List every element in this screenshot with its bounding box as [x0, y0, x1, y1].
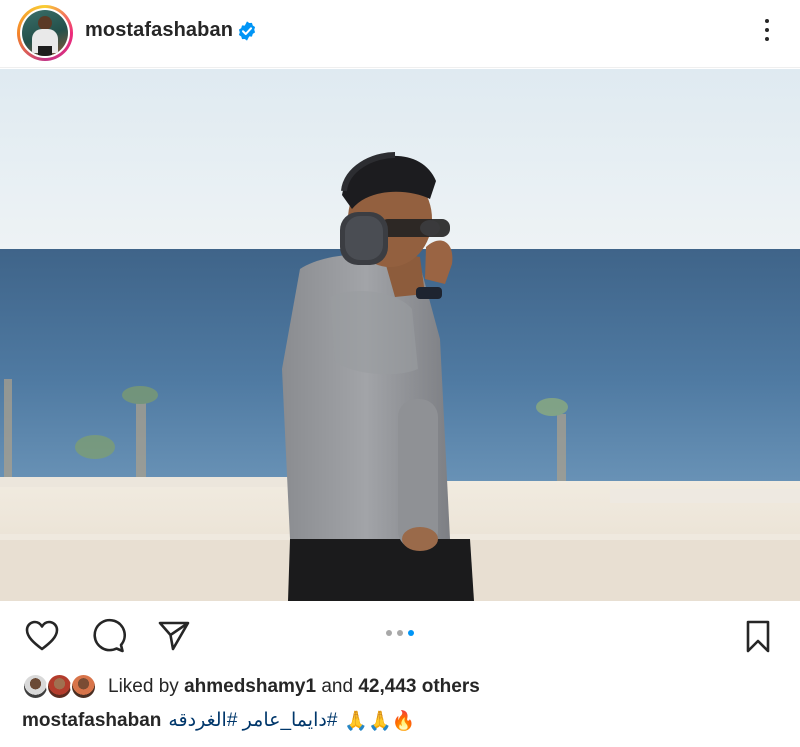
post-image	[0, 69, 800, 601]
caption-hashtags[interactable]: #دايما_عامر #الغردقه	[168, 709, 337, 732]
comment-icon[interactable]	[90, 618, 126, 654]
carousel-dot-active	[408, 630, 414, 636]
verified-badge-icon	[238, 21, 256, 41]
likes-connector: and	[321, 676, 354, 697]
caption-username[interactable]: mostafashaban	[22, 710, 161, 732]
likes-row[interactable]: Liked by ahmedshamy1 and 42,443 others	[22, 673, 480, 701]
likes-text: Liked by ahmedshamy1 and 42,443 others	[108, 676, 480, 698]
liker-avatar	[22, 673, 49, 700]
post-username[interactable]: mostafashaban	[85, 19, 233, 42]
liker-avatar	[70, 673, 97, 700]
carousel-dot	[397, 630, 403, 636]
likes-prefix: Liked by	[108, 676, 179, 697]
post-caption: mostafashaban #دايما_عامر #الغردقه 🙏🙏🔥	[22, 709, 416, 733]
avatar-image	[22, 10, 68, 56]
carousel-dot	[386, 630, 392, 636]
profile-avatar[interactable]	[17, 5, 73, 61]
caption-emoji: 🙏🙏🔥	[344, 710, 416, 732]
likes-count[interactable]: 42,443 others	[358, 676, 479, 697]
more-vertical-icon	[765, 19, 769, 23]
send-icon[interactable]	[156, 618, 192, 654]
post-photo[interactable]	[0, 69, 800, 601]
liked-by-avatars	[22, 673, 100, 701]
post-header: mostafashaban	[0, 0, 800, 68]
bookmark-icon[interactable]	[740, 618, 776, 654]
heart-icon[interactable]	[24, 618, 60, 654]
more-options-button[interactable]	[756, 17, 778, 43]
liked-by-username[interactable]: ahmedshamy1	[184, 676, 316, 697]
liker-avatar	[46, 673, 73, 700]
carousel-indicator	[386, 630, 414, 636]
